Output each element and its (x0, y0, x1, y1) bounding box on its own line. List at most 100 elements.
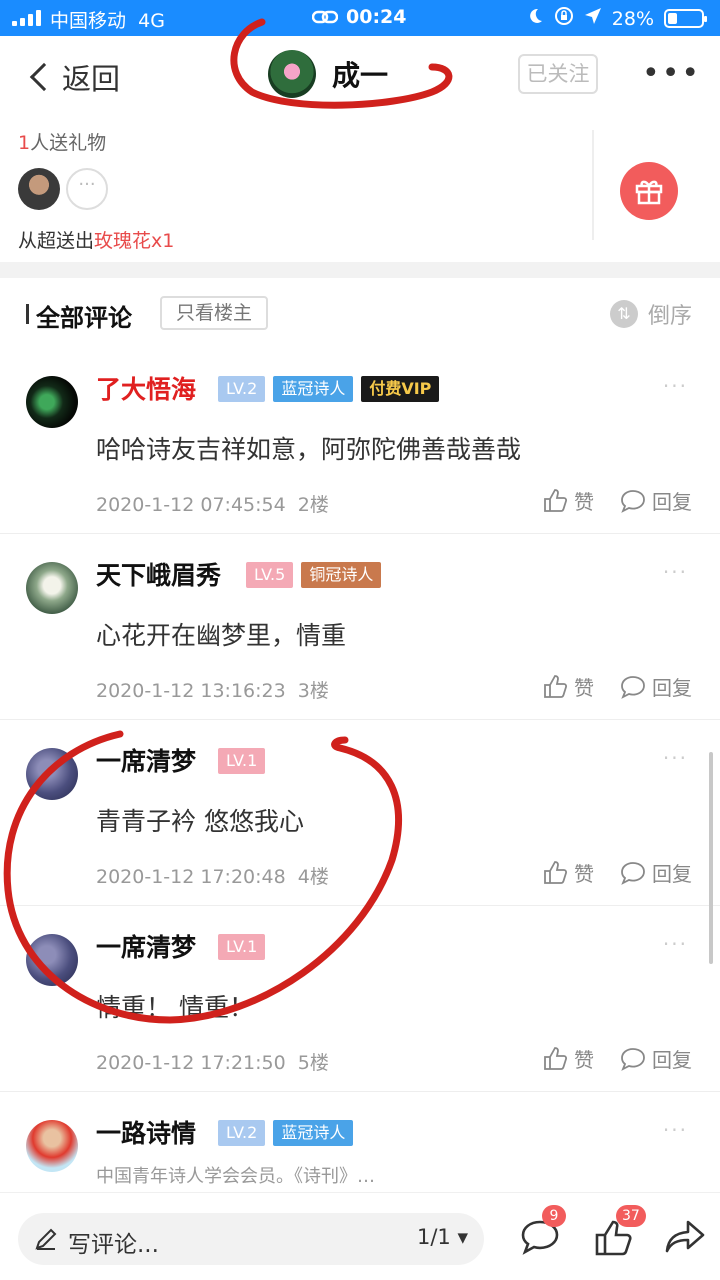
status-bar: 中国移动 4G 00:24 28% (0, 0, 720, 36)
comment-actions: 赞 回复 (542, 1044, 692, 1073)
scrollbar[interactable] (709, 752, 713, 964)
username[interactable]: 了大悟海 (96, 370, 196, 406)
bottom-bar: 写评论... 1/1 ▾ 9 37 (0, 1192, 720, 1280)
more-icon[interactable]: ··· (663, 374, 688, 398)
more-icon[interactable]: ··· (663, 560, 688, 584)
reply-button[interactable]: 回复 (620, 1044, 692, 1073)
avatar[interactable] (26, 748, 78, 800)
giver-avatar[interactable] (18, 168, 60, 210)
more-icon[interactable]: ··· (663, 932, 688, 956)
moon-icon (526, 7, 544, 30)
author-avatar[interactable] (268, 50, 316, 98)
gift-section: 1人送礼物 ··· 从超送出玫瑰花x1 (0, 116, 720, 262)
level-badge: LV.1 (218, 934, 266, 960)
username[interactable]: 一席清梦 (96, 742, 196, 778)
author-name[interactable]: 成一 (332, 54, 388, 94)
title-badge: 铜冠诗人 (301, 562, 382, 588)
reply-button[interactable]: 回复 (620, 858, 692, 887)
level-badge: LV.5 (246, 562, 294, 588)
section-separator (0, 262, 720, 278)
comment-text: 哈哈诗友吉祥如意，阿弥陀佛善哉善哉 (96, 435, 522, 464)
avatar[interactable] (26, 562, 78, 614)
comments-button[interactable]: 9 (520, 1205, 566, 1259)
title-badge: 蓝冠诗人 (273, 376, 354, 402)
like-button[interactable]: 赞 (542, 1044, 594, 1073)
sort-label: 倒序 (647, 304, 692, 329)
page-indicator[interactable]: 1/1 ▾ (417, 1225, 468, 1249)
comment-input[interactable]: 写评论... 1/1 ▾ (18, 1213, 484, 1265)
speech-bubble-icon (621, 675, 645, 699)
more-icon[interactable]: ··· (663, 746, 688, 770)
author-header[interactable]: 成一 (268, 50, 388, 98)
top-nav: 返回 成一 已关注 ••• (0, 36, 720, 116)
comments-header: 全部评论 只看楼主 ⇅ 倒序 (0, 278, 720, 348)
user-bio: 中国青年诗人学会会员。《诗刊》… (96, 1166, 375, 1187)
avatar[interactable] (26, 1120, 78, 1172)
clock: 00:24 (346, 6, 407, 28)
share-icon (665, 1220, 705, 1253)
location-icon (584, 7, 602, 30)
vip-badge: 付费VIP (361, 376, 440, 402)
user-badges: LV.1 (218, 934, 266, 960)
username[interactable]: 一路诗情 (96, 1114, 196, 1150)
like-button[interactable]: 赞 (542, 858, 594, 887)
avatar[interactable] (26, 934, 78, 986)
comment-text: 情重！ 情重！ (96, 993, 254, 1022)
comment-actions: 赞 回复 (542, 858, 692, 887)
reply-button[interactable]: 回复 (620, 672, 692, 701)
username[interactable]: 一席清梦 (96, 928, 196, 964)
comment-count-badge: 9 (542, 1205, 566, 1227)
level-badge: LV.1 (218, 748, 266, 774)
comment-actions: 赞 回复 (542, 486, 692, 515)
more-icon[interactable]: ··· (663, 1118, 688, 1142)
chevron-left-icon (29, 62, 59, 92)
thumbs-up-icon (544, 860, 568, 884)
comment-item: 一席清梦 LV.1 ··· 情重！ 情重！ 2020-1-12 17:21:50… (0, 906, 720, 1092)
gift-count: 1人送礼物 (18, 132, 107, 154)
battery-percent: 28% (611, 7, 654, 30)
send-gift-button[interactable] (620, 162, 678, 220)
like-post-button[interactable]: 37 (594, 1205, 646, 1261)
user-badges: LV.1 (218, 748, 266, 774)
gift-sent-text: 从超送出玫瑰花x1 (18, 230, 175, 252)
share-button[interactable] (664, 1219, 706, 1259)
reply-button[interactable]: 回复 (620, 486, 692, 515)
level-badge: LV.2 (218, 376, 266, 402)
follow-button[interactable]: 已关注 (518, 54, 598, 94)
battery-icon (664, 9, 707, 28)
user-badges: LV.2 蓝冠诗人 付费VIP (218, 376, 440, 402)
more-givers-icon[interactable]: ··· (66, 168, 108, 210)
like-button[interactable]: 赞 (542, 672, 594, 701)
like-count-badge: 37 (616, 1205, 646, 1227)
title-bar-marker (26, 304, 29, 324)
comment-placeholder: 写评论... (68, 1232, 159, 1258)
sort-icon: ⇅ (609, 300, 638, 328)
divider (592, 130, 594, 240)
title-badge: 蓝冠诗人 (273, 1120, 354, 1146)
comments-title: 全部评论 (36, 304, 132, 332)
comment-item: 天下峨眉秀 LV.5 铜冠诗人 ··· 心花开在幽梦里，情重 2020-1-12… (0, 534, 720, 720)
comment-item: 了大悟海 LV.2 蓝冠诗人 付费VIP ··· 哈哈诗友吉祥如意，阿弥陀佛善哉… (0, 348, 720, 534)
carrier-label: 中国移动 4G (50, 10, 165, 32)
comment-meta: 2020-1-12 17:21:50 5楼 (96, 1052, 329, 1074)
pen-icon (35, 1228, 57, 1250)
comment-meta: 2020-1-12 13:16:23 3楼 (96, 680, 329, 702)
comment-meta: 2020-1-12 17:20:48 4楼 (96, 866, 329, 888)
signal-icon (12, 10, 41, 26)
user-badges: LV.5 铜冠诗人 (246, 562, 382, 588)
comment-item: 一路诗情 LV.2 蓝冠诗人 ··· 中国青年诗人学会会员。《诗刊》… (0, 1092, 720, 1192)
like-button[interactable]: 赞 (542, 486, 594, 515)
only-host-button[interactable]: 只看楼主 (160, 296, 268, 330)
comment-item: 一席清梦 LV.1 ··· 青青子衿 悠悠我心 2020-1-12 17:20:… (0, 720, 720, 906)
thumbs-up-icon (544, 488, 568, 512)
user-badges: LV.2 蓝冠诗人 (218, 1120, 354, 1146)
comment-actions: 赞 回复 (542, 672, 692, 701)
speech-bubble-icon (621, 1047, 645, 1071)
avatar[interactable] (26, 376, 78, 428)
username[interactable]: 天下峨眉秀 (96, 556, 221, 592)
back-button[interactable]: 返回 (26, 56, 120, 98)
gift-icon (635, 180, 663, 205)
more-menu-icon[interactable]: ••• (642, 59, 701, 89)
comment-meta: 2020-1-12 07:45:54 2楼 (96, 494, 329, 516)
sort-button[interactable]: ⇅ 倒序 (609, 298, 692, 330)
